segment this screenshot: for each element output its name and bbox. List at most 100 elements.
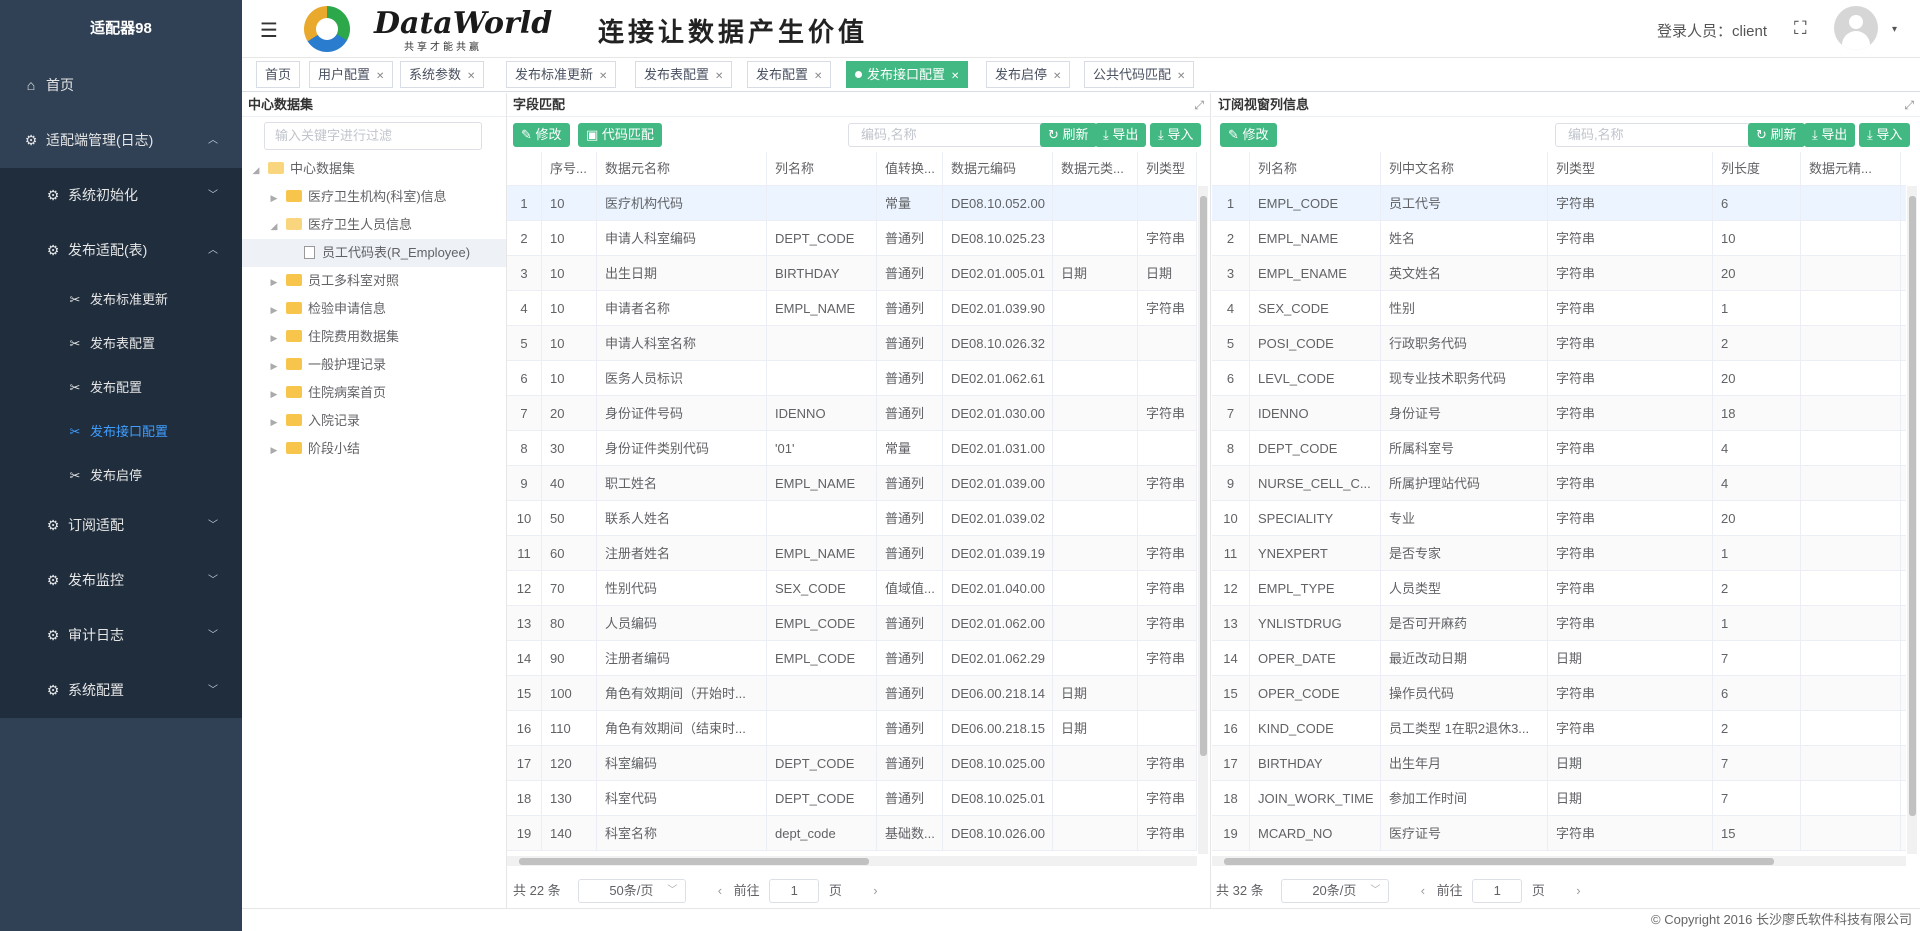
refresh-button[interactable]: ↻ 刷新 <box>1040 123 1097 147</box>
table-row[interactable]: 10 50 联系人姓名 普通列 DE02.01.039.02 <box>507 501 1197 536</box>
column-header[interactable]: 列名称 <box>767 152 877 185</box>
table-row[interactable]: 14OPER_DATE最近改动日期日期7 0 <box>1212 641 1906 676</box>
close-icon[interactable]: ✕ <box>599 71 607 82</box>
menu-adapter-mgmt[interactable]: ⚙ 适配端管理(日志) ︿ <box>0 113 242 168</box>
column-header[interactable]: 序号... <box>542 152 597 185</box>
table-row[interactable]: 12EMPL_TYPE人员类型字符串2 0 <box>1212 571 1906 606</box>
table-row[interactable]: 17BIRTHDAY出生年月日期7 0 <box>1212 746 1906 781</box>
page-jump-input[interactable]: 1 <box>1472 879 1523 903</box>
column-header[interactable]: 值转换... <box>877 152 943 185</box>
menu-publish-start-stop[interactable]: ✂ 发布启停 <box>0 454 242 498</box>
column-search-input[interactable]: 编码,名称 <box>1555 123 1753 147</box>
menu-audit-log[interactable]: ⚙ 审计日志 ﹀ <box>0 608 242 663</box>
tag-home[interactable]: 首页 <box>256 61 301 88</box>
table-row[interactable]: 16KIND_CODE员工类型 1在职2退休3...字符串2 0 <box>1212 711 1906 746</box>
caret-right-icon[interactable]: ▶ <box>268 296 280 324</box>
tag-publish-std-update[interactable]: 发布标准更新 ✕ <box>506 61 617 88</box>
table-row[interactable]: 14 90 注册者编码 EMPL_CODE 普通列 DE02.01.062.29 字符串 <box>507 641 1197 676</box>
table-row[interactable]: 18 130 科室代码 DEPT_CODE 普通列 DE08.10.025.01 字符串 <box>507 781 1197 816</box>
page-size-select[interactable]: 20条/页 ﹀ <box>1281 879 1390 903</box>
tree-filter-input[interactable]: 输入关键字进行过滤 <box>264 122 482 150</box>
table-row[interactable]: 8 30 身份证件类别代码 '01' 常量 DE02.01.031.00 <box>507 431 1197 466</box>
page-jump-input[interactable]: 1 <box>769 879 820 903</box>
menu-publish-adapter[interactable]: ⚙ 发布适配(表) ︿ <box>0 223 242 278</box>
tree-node[interactable]: ▶ 入院记录 <box>242 407 506 435</box>
table-row[interactable]: 15 100 角色有效期间（开始时... 普通列 DE06.00.218.14 日期 <box>507 676 1197 711</box>
table-row[interactable]: 11YNEXPERT是否专家字符串1 0 <box>1212 536 1906 571</box>
tree-node-selected[interactable]: 员工代码表(R_Employee) <box>242 239 506 267</box>
table-row[interactable]: 7 20 身份证件号码 IDENNO 普通列 DE02.01.030.00 字符串 <box>507 396 1197 431</box>
column-header[interactable]: 代码 <box>1901 152 1906 185</box>
tag-publish-config[interactable]: 发布配置 ✕ <box>747 61 832 88</box>
table-row[interactable]: 9 40 职工姓名 EMPL_NAME 普通列 DE02.01.039.00 字符串 <box>507 466 1197 501</box>
tree-node[interactable]: ▶ 医疗卫生机构(科室)信息 <box>242 183 506 211</box>
import-button[interactable]: ⤓ 导入 <box>1150 123 1202 147</box>
caret-right-icon[interactable]: ▶ <box>268 324 280 352</box>
tag-common-code-match[interactable]: 公共代码匹配 ✕ <box>1084 61 1195 88</box>
caret-right-icon[interactable]: ▶ <box>268 268 280 296</box>
table-row[interactable]: 2EMPL_NAME姓名字符串10 0 <box>1212 221 1906 256</box>
prev-page-icon[interactable]: ‹ <box>1413 877 1433 905</box>
tree-node[interactable]: ▶ 一般护理记录 <box>242 351 506 379</box>
vertical-scrollbar[interactable] <box>1907 186 1917 854</box>
tag-publish-table-config[interactable]: 发布表配置 ✕ <box>635 61 733 88</box>
tree-node[interactable]: ◢ 医疗卫生人员信息 <box>242 211 506 239</box>
menu-subscribe-adapter[interactable]: ⚙ 订阅适配 ﹀ <box>0 498 242 553</box>
next-page-icon[interactable]: › <box>1568 877 1588 905</box>
menu-sys-init[interactable]: ⚙ 系统初始化 ﹀ <box>0 168 242 223</box>
table-row[interactable]: 4 10 申请者名称 EMPL_NAME 普通列 DE02.01.039.90 字符串 <box>507 291 1197 326</box>
table-row[interactable]: 4SEX_CODE性别字符串11 <box>1212 291 1906 326</box>
table-row[interactable]: 3EMPL_ENAME英文姓名字符串20 0 <box>1212 256 1906 291</box>
tag-sys-params[interactable]: 系统参数 ✕ <box>400 61 485 88</box>
column-header[interactable] <box>507 152 542 185</box>
avatar[interactable] <box>1834 6 1878 50</box>
fullscreen-icon[interactable]: ⛶ <box>1794 18 1807 39</box>
caret-right-icon[interactable]: ▶ <box>268 380 280 408</box>
vertical-scrollbar[interactable] <box>1198 186 1208 854</box>
column-header[interactable]: 数据元编码 <box>943 152 1053 185</box>
refresh-button[interactable]: ↻ 刷新 <box>1748 123 1805 147</box>
tag-publish-interface-config[interactable]: 发布接口配置 ✕ <box>846 61 969 88</box>
menu-home[interactable]: ⌂ 首页 <box>0 58 242 113</box>
table-row[interactable]: 5 10 申请人科室名称 普通列 DE08.10.026.32 <box>507 326 1197 361</box>
menu-publish-interface-config[interactable]: ✂ 发布接口配置 <box>0 410 242 454</box>
page-size-select[interactable]: 50条/页 ﹀ <box>578 879 687 903</box>
close-icon[interactable]: ✕ <box>715 71 723 82</box>
table-row[interactable]: 18JOIN_WORK_TIME参加工作时间日期7 0 <box>1212 781 1906 816</box>
table-row[interactable]: 8DEPT_CODE所属科室号字符串4 0 <box>1212 431 1906 466</box>
tag-user-config[interactable]: 用户配置 ✕ <box>309 61 394 88</box>
table-row[interactable]: 12 70 性别代码 SEX_CODE 值域值... DE02.01.040.00 字符串 <box>507 571 1197 606</box>
import-button[interactable]: ⤓ 导入 <box>1859 123 1911 147</box>
table-row[interactable]: 5POSI_CODE行政职务代码字符串2 0 <box>1212 326 1906 361</box>
table-row[interactable]: 3 10 出生日期 BIRTHDAY 普通列 DE02.01.005.01 日期 日期 <box>507 256 1197 291</box>
table-row[interactable]: 9NURSE_CELL_C...所属护理站代码字符串4 0 <box>1212 466 1906 501</box>
menu-system-config[interactable]: ⚙ 系统配置 ﹀ <box>0 663 242 718</box>
edit-button[interactable]: ✎ 修改 <box>513 123 570 147</box>
column-header[interactable]: 数据元类... <box>1053 152 1138 185</box>
close-icon[interactable]: ✕ <box>1053 71 1061 82</box>
column-header[interactable]: 列类型 <box>1138 152 1197 185</box>
caret-right-icon[interactable]: ▶ <box>268 436 280 464</box>
column-header[interactable]: 列类型 <box>1548 152 1713 185</box>
edit-button[interactable]: ✎ 修改 <box>1220 123 1277 147</box>
table-row[interactable]: 1EMPL_CODE员工代号字符串6 0 <box>1212 186 1906 221</box>
close-icon[interactable]: ✕ <box>376 71 384 82</box>
caret-down-icon[interactable]: ◢ <box>268 212 280 240</box>
column-header[interactable]: 列名称 <box>1250 152 1381 185</box>
caret-down-icon[interactable]: ▾ <box>1892 24 1897 35</box>
horizontal-scrollbar[interactable] <box>507 856 1197 866</box>
tree-node[interactable]: ▶ 员工多科室对照 <box>242 267 506 295</box>
expand-icon[interactable]: ⤢ <box>1194 93 1204 117</box>
table-row[interactable]: 11 60 注册者姓名 EMPL_NAME 普通列 DE02.01.039.19 字符串 <box>507 536 1197 571</box>
tree-node[interactable]: ▶ 阶段小结 <box>242 435 506 463</box>
horizontal-scrollbar[interactable] <box>1212 856 1906 866</box>
caret-right-icon[interactable]: ▶ <box>268 184 280 212</box>
table-row[interactable]: 1 10 医疗机构代码 常量 DE08.10.052.00 <box>507 186 1197 221</box>
close-icon[interactable]: ✕ <box>467 71 475 82</box>
tree-node[interactable]: ▶ 检验申请信息 <box>242 295 506 323</box>
menu-publish-monitor[interactable]: ⚙ 发布监控 ﹀ <box>0 553 242 608</box>
table-row[interactable]: 2 10 申请人科室编码 DEPT_CODE 普通列 DE08.10.025.23 字符串 <box>507 221 1197 256</box>
table-row[interactable]: 7IDENNO身份证号字符串18 0 <box>1212 396 1906 431</box>
table-row[interactable]: 16 110 角色有效期间（结束时... 普通列 DE06.00.218.15 日期 <box>507 711 1197 746</box>
table-row[interactable]: 19MCARD_NO医疗证号字符串15 0 <box>1212 816 1906 851</box>
